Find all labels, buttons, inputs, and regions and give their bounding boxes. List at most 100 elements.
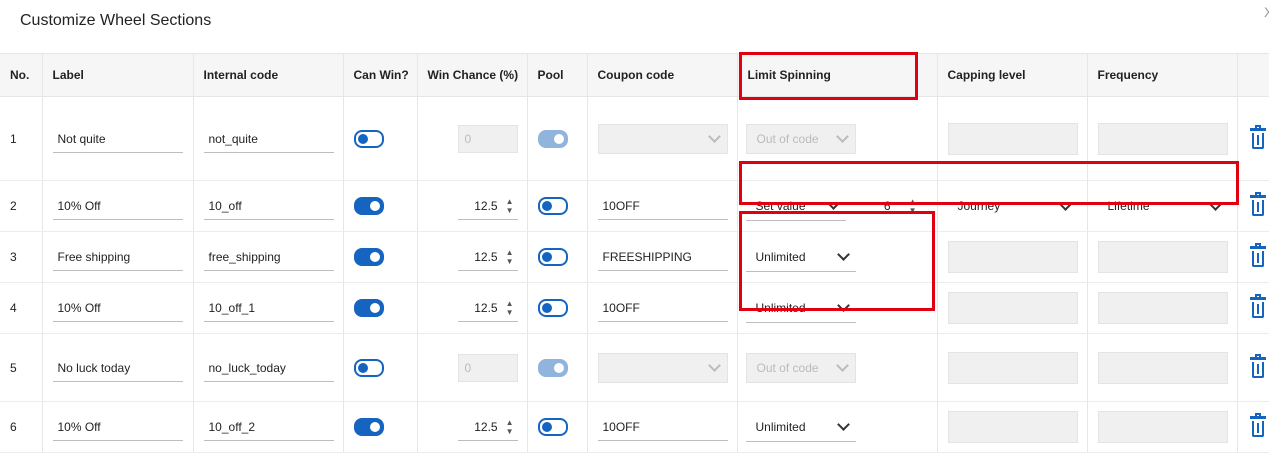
limit-spinning-value: Unlimited bbox=[755, 300, 806, 315]
table-row: 5 No luck today no_luck_today 0 Out of c… bbox=[0, 333, 1269, 402]
can-win-toggle[interactable] bbox=[353, 358, 384, 377]
limit-spinning-value: Unlimited bbox=[755, 419, 806, 434]
win-chance-input[interactable]: 12.5 ▲ ▼ bbox=[457, 192, 518, 220]
label-field[interactable]: 10% Off bbox=[52, 294, 183, 322]
chevron-down-icon bbox=[835, 130, 849, 143]
chevron-down-icon bbox=[1208, 197, 1222, 211]
limit-spinning-select[interactable]: Unlimited bbox=[745, 412, 856, 442]
limit-spinning-value: Out of code bbox=[756, 131, 819, 146]
internal-code-field[interactable]: 10_off_1 bbox=[203, 294, 334, 322]
capping-level-empty bbox=[947, 292, 1078, 324]
coupon-code-field[interactable]: FREESHIPPING bbox=[597, 243, 728, 271]
col-header-internal-code: Internal code bbox=[193, 53, 344, 97]
can-win-toggle[interactable] bbox=[353, 418, 384, 436]
chevron-down-icon bbox=[707, 359, 721, 372]
limit-spinning-select[interactable]: Unlimited bbox=[745, 242, 856, 272]
label-field[interactable]: 10% Off bbox=[52, 192, 183, 220]
internal-code-field[interactable]: free_shipping bbox=[203, 243, 334, 271]
trash-icon[interactable] bbox=[1249, 353, 1266, 379]
stepper-arrows-icon[interactable]: ▲ ▼ bbox=[506, 197, 514, 215]
win-chance-value: 12.5 bbox=[474, 300, 498, 315]
table-row: 6 10% Off 10_off_2 12.5 ▲ ▼ 10OFF Unlimite… bbox=[0, 401, 1269, 453]
can-win-toggle[interactable] bbox=[353, 299, 384, 317]
win-chance-input[interactable]: 12.5 ▲ ▼ bbox=[457, 294, 518, 322]
col-header-can-win: Can Win? bbox=[343, 53, 418, 97]
limit-spinning-select: Out of code bbox=[745, 123, 856, 154]
label-field[interactable]: No luck today bbox=[52, 354, 183, 382]
pool-toggle[interactable] bbox=[537, 197, 568, 215]
stepper-arrows-icon[interactable]: ▲ ▼ bbox=[506, 248, 514, 266]
can-win-toggle[interactable] bbox=[353, 129, 384, 148]
frequency-empty bbox=[1097, 351, 1228, 384]
chevron-down-icon bbox=[836, 248, 850, 261]
chevron-down-icon bbox=[836, 299, 850, 312]
capping-level-empty bbox=[947, 122, 1078, 155]
internal-code-field[interactable]: not_quite bbox=[203, 125, 334, 153]
coupon-code-select bbox=[597, 352, 728, 383]
limit-spinning-value: Set value bbox=[755, 198, 806, 213]
chevron-down-icon bbox=[707, 130, 721, 143]
limit-spinning-value: Unlimited bbox=[755, 249, 806, 264]
col-header-frequency: Frequency bbox=[1087, 53, 1238, 97]
label-field[interactable]: Free shipping bbox=[52, 243, 183, 271]
win-chance-value: 12.5 bbox=[474, 198, 498, 213]
stepper-arrows-icon[interactable]: ▲ ▼ bbox=[506, 299, 514, 317]
trash-icon[interactable] bbox=[1249, 243, 1266, 268]
chevron-down-icon bbox=[1058, 197, 1072, 211]
col-header-actions bbox=[1237, 53, 1269, 97]
capping-level-empty bbox=[947, 351, 1078, 384]
frequency-empty bbox=[1097, 241, 1228, 273]
internal-code-field[interactable]: 10_off bbox=[203, 192, 334, 220]
pool-toggle[interactable] bbox=[537, 299, 568, 317]
trash-icon[interactable] bbox=[1249, 192, 1266, 217]
internal-code-field[interactable]: no_luck_today bbox=[203, 354, 334, 382]
internal-code-field[interactable]: 10_off_2 bbox=[203, 413, 334, 441]
coupon-code-field[interactable]: 10OFF bbox=[597, 192, 728, 220]
capping-level-empty bbox=[947, 241, 1078, 273]
win-chance-input[interactable]: 12.5 ▲ ▼ bbox=[457, 243, 518, 271]
row-number: 1 bbox=[0, 96, 43, 181]
label-field[interactable]: 10% Off bbox=[52, 413, 183, 441]
pool-toggle[interactable] bbox=[537, 248, 568, 266]
frequency-value: Lifetime bbox=[1107, 199, 1150, 213]
col-header-label: Label bbox=[42, 53, 194, 97]
label-field[interactable]: Not quite bbox=[52, 125, 183, 153]
trash-icon[interactable] bbox=[1249, 124, 1266, 150]
limit-value-input[interactable]: 6 ▲ ▼ bbox=[861, 192, 921, 220]
coupon-code-field[interactable]: 10OFF bbox=[597, 294, 728, 322]
row-number: 2 bbox=[0, 180, 43, 232]
row-number: 4 bbox=[0, 282, 43, 334]
capping-level-empty bbox=[947, 411, 1078, 443]
row-number: 6 bbox=[0, 401, 43, 453]
frequency-select[interactable]: Lifetime bbox=[1098, 191, 1228, 221]
col-header-capping-level: Capping level bbox=[937, 53, 1088, 97]
limit-spinning-select: Out of code bbox=[745, 352, 856, 383]
trash-icon[interactable] bbox=[1249, 294, 1266, 319]
stepper-arrows-icon[interactable]: ▲ ▼ bbox=[506, 418, 514, 436]
frequency-empty bbox=[1097, 292, 1228, 324]
stepper-arrows-icon[interactable]: ▲ ▼ bbox=[909, 197, 917, 215]
capping-level-select[interactable]: Journey bbox=[948, 191, 1078, 221]
frequency-empty bbox=[1097, 411, 1228, 443]
can-win-toggle[interactable] bbox=[353, 197, 384, 215]
win-chance-value: 12.5 bbox=[474, 249, 498, 264]
limit-spinning-select[interactable]: Set value bbox=[745, 191, 846, 221]
capping-level-value: Journey bbox=[957, 199, 1001, 213]
close-icon[interactable]: X bbox=[1264, 4, 1269, 20]
can-win-toggle[interactable] bbox=[353, 248, 384, 266]
pool-toggle bbox=[537, 129, 568, 148]
table-header-row: No. Label Internal code Can Win? Win Cha… bbox=[0, 53, 1269, 97]
win-chance-value: 12.5 bbox=[474, 419, 498, 434]
limit-spinning-value: Out of code bbox=[756, 360, 819, 375]
coupon-code-select bbox=[597, 123, 728, 154]
trash-icon[interactable] bbox=[1249, 413, 1266, 438]
win-chance-input[interactable]: 12.5 ▲ ▼ bbox=[457, 413, 518, 441]
win-chance-input: 0 bbox=[457, 124, 518, 153]
coupon-code-field[interactable]: 10OFF bbox=[597, 413, 728, 441]
chevron-down-icon bbox=[826, 197, 840, 210]
col-header-no: No. bbox=[0, 53, 43, 97]
row-number: 3 bbox=[0, 231, 43, 283]
col-header-coupon-code: Coupon code bbox=[587, 53, 738, 97]
limit-spinning-select[interactable]: Unlimited bbox=[745, 293, 856, 323]
pool-toggle[interactable] bbox=[537, 418, 568, 436]
